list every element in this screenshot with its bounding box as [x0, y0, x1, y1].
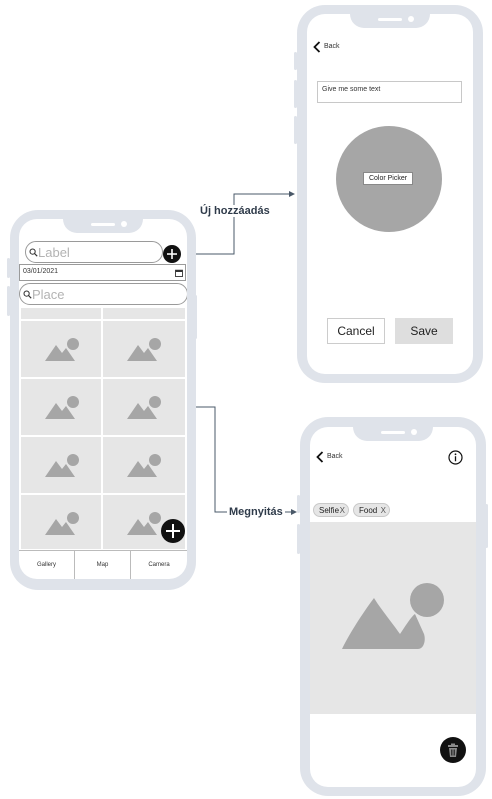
- color-picker-circle[interactable]: Color Picker: [336, 126, 442, 232]
- tag-remove-icon[interactable]: X: [381, 506, 386, 515]
- label-placeholder: Label: [38, 245, 70, 260]
- phone-notch: [350, 14, 430, 28]
- detail-screen: Back Selfie X Food X: [310, 427, 476, 787]
- image-tile[interactable]: [103, 321, 185, 377]
- image-placeholder-icon: [342, 583, 444, 649]
- chevron-left-icon: [313, 41, 321, 53]
- calendar-icon[interactable]: [175, 269, 183, 277]
- place-search-input[interactable]: Place: [19, 283, 187, 305]
- detail-phone: Back Selfie X Food X: [300, 417, 486, 796]
- phone-speaker: [91, 223, 115, 226]
- tag-remove-icon[interactable]: X: [340, 506, 345, 515]
- gallery-phone: Label 03/01/2021 Place Gallery Map Camer…: [10, 210, 196, 590]
- phone-camera: [411, 429, 417, 435]
- tab-gallery[interactable]: Gallery: [19, 551, 75, 579]
- back-label: Back: [327, 453, 343, 460]
- trash-icon: [448, 743, 458, 757]
- image-placeholder-icon: [127, 396, 161, 419]
- image-placeholder-icon: [127, 454, 161, 477]
- connector-add: [183, 191, 295, 255]
- search-icon: [29, 248, 38, 257]
- tag-label: Food: [359, 505, 378, 515]
- info-icon[interactable]: [448, 450, 463, 465]
- delete-button[interactable]: [440, 737, 466, 763]
- phone-camera: [121, 221, 127, 227]
- tag-chip: Food X: [353, 503, 390, 517]
- plus-icon: [166, 524, 180, 538]
- phone-speaker: [381, 431, 405, 434]
- date-value: 03/01/2021: [23, 268, 59, 275]
- add-label-button[interactable]: [163, 245, 181, 263]
- tag-label: Selfie: [319, 505, 340, 515]
- image-tile-open[interactable]: [103, 379, 185, 435]
- plus-icon: [167, 249, 177, 259]
- phone-notch: [353, 427, 433, 441]
- tag-chip: Selfie X: [313, 503, 349, 517]
- cancel-button[interactable]: Cancel: [327, 318, 385, 344]
- tab-camera[interactable]: Camera: [131, 551, 187, 579]
- back-label: Back: [324, 43, 340, 50]
- image-tile[interactable]: [21, 437, 101, 493]
- label-search-input[interactable]: Label: [25, 241, 163, 263]
- image-placeholder-icon: [127, 512, 161, 535]
- phone-speaker: [378, 18, 402, 21]
- image-placeholder-icon: [45, 396, 79, 419]
- text-input-placeholder: Give me some text: [322, 86, 381, 93]
- open-label: Megnyitás: [227, 506, 285, 518]
- image-tile[interactable]: [103, 437, 185, 493]
- gallery-screen: Label 03/01/2021 Place Gallery Map Camer…: [19, 219, 187, 579]
- image-placeholder-icon: [45, 512, 79, 535]
- save-button[interactable]: Save: [395, 318, 453, 344]
- color-picker-button[interactable]: Color Picker: [363, 172, 413, 185]
- phone-notch: [63, 219, 143, 233]
- image-tile[interactable]: [21, 495, 101, 549]
- tab-map[interactable]: Map: [75, 551, 131, 579]
- phone-camera: [408, 16, 414, 22]
- add-phone: Back Give me some text Color Picker Canc…: [297, 5, 483, 383]
- image-tile[interactable]: [21, 308, 101, 319]
- date-field[interactable]: 03/01/2021: [19, 264, 186, 281]
- image-tile[interactable]: [21, 379, 101, 435]
- add-new-label: Új hozzáadás: [200, 205, 270, 217]
- add-photo-fab[interactable]: [161, 519, 185, 543]
- add-screen: Back Give me some text Color Picker Canc…: [307, 14, 473, 374]
- text-input[interactable]: Give me some text: [317, 81, 462, 103]
- image-placeholder-icon: [45, 454, 79, 477]
- chevron-left-icon: [316, 451, 324, 463]
- photo-view: [310, 522, 476, 714]
- image-tile[interactable]: [21, 321, 101, 377]
- image-placeholder-icon: [45, 338, 79, 361]
- search-icon: [23, 290, 32, 299]
- image-tile[interactable]: [103, 308, 185, 319]
- bottom-tab-bar: Gallery Map Camera: [19, 550, 187, 579]
- place-placeholder: Place: [32, 287, 65, 302]
- image-placeholder-icon: [127, 338, 161, 361]
